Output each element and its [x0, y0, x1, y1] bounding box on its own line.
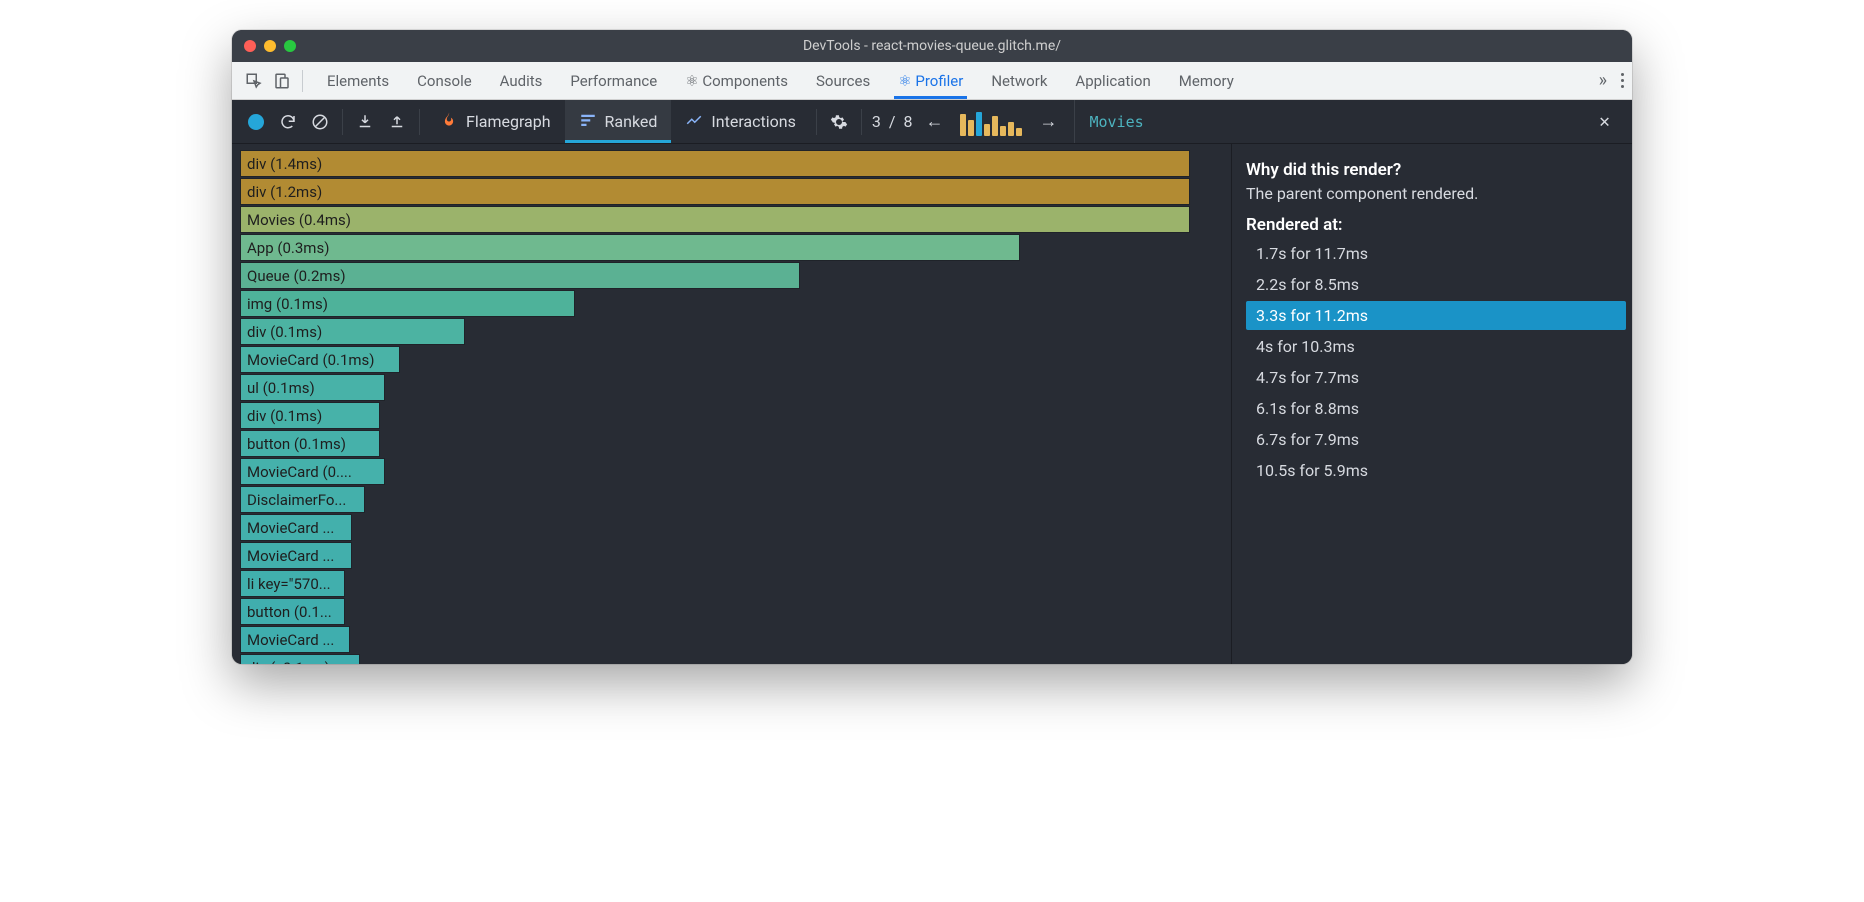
close-details-button[interactable]: ✕ — [1599, 111, 1610, 132]
record-button[interactable] — [240, 106, 272, 138]
prev-commit-button[interactable]: ← — [918, 106, 950, 138]
profiler-tab-label: Ranked — [605, 112, 658, 131]
tab-audits[interactable]: Audits — [486, 62, 557, 99]
import-button[interactable] — [349, 106, 381, 138]
ranked-bar[interactable]: div (0.1ms) — [240, 318, 465, 345]
zoom-window-button[interactable] — [284, 40, 296, 52]
clear-button[interactable] — [304, 106, 336, 138]
render-list-item[interactable]: 1.7s for 11.7ms — [1246, 239, 1626, 268]
separator — [342, 109, 343, 135]
export-button[interactable] — [381, 106, 413, 138]
commit-bar[interactable] — [960, 114, 966, 136]
next-commit-button[interactable]: → — [1032, 106, 1064, 138]
ranked-bar[interactable]: MovieCard (0.... — [240, 458, 385, 485]
why-render-answer: The parent component rendered. — [1246, 184, 1626, 203]
render-list-item[interactable]: 4.7s for 7.7ms — [1246, 363, 1626, 392]
ranked-bar[interactable]: div (1.2ms) — [240, 178, 1190, 205]
ranked-chart: div (1.4ms)div (1.2ms)Movies (0.4ms)App … — [232, 144, 1232, 664]
devtools-window: DevTools - react-movies-queue.glitch.me/… — [232, 30, 1632, 664]
devtools-tabbar: ElementsConsoleAuditsPerformance⚛ Compon… — [232, 62, 1632, 100]
ranked-bar[interactable]: Movies (0.4ms) — [240, 206, 1190, 233]
tabs-overflow-icon[interactable]: » — [1599, 70, 1607, 91]
interactions-icon — [685, 111, 703, 133]
profiler-tab-interactions[interactable]: Interactions — [671, 100, 809, 143]
tab-console[interactable]: Console — [403, 62, 486, 99]
tab-sources[interactable]: Sources — [802, 62, 884, 99]
render-list-item[interactable]: 10.5s for 5.9ms — [1246, 456, 1626, 485]
ranked-bar[interactable]: img (0.1ms) — [240, 290, 575, 317]
tab-profiler[interactable]: ⚛ Profiler — [884, 62, 977, 99]
tab-application[interactable]: Application — [1061, 62, 1164, 99]
minimize-window-button[interactable] — [264, 40, 276, 52]
rendered-at-heading: Rendered at: — [1246, 215, 1626, 235]
ranked-bar[interactable]: MovieCard ... — [240, 542, 352, 569]
ranked-bar[interactable]: Queue (0.2ms) — [240, 262, 800, 289]
tab-memory[interactable]: Memory — [1165, 62, 1248, 99]
ranked-icon — [579, 111, 597, 133]
render-list-item[interactable]: 6.7s for 7.9ms — [1246, 425, 1626, 454]
profiler-toolbar: Flamegraph Ranked Interactions 3 / 8 ← → M… — [232, 100, 1632, 144]
reload-button[interactable] — [272, 106, 304, 138]
commit-bars-chart[interactable] — [956, 108, 1026, 136]
profiler-settings-icon[interactable] — [823, 106, 855, 138]
render-list-item[interactable]: 6.1s for 8.8ms — [1246, 394, 1626, 423]
toggle-device-toolbar-icon[interactable] — [268, 72, 296, 90]
commit-bar[interactable] — [984, 124, 990, 136]
window-title: DevTools - react-movies-queue.glitch.me/ — [803, 38, 1061, 54]
window-traffic-lights — [244, 40, 296, 52]
commit-current: 3 — [872, 112, 881, 131]
profiler-tab-label: Flamegraph — [466, 112, 551, 131]
commit-bar[interactable] — [992, 116, 998, 136]
ranked-bar[interactable]: App (0.3ms) — [240, 234, 1020, 261]
ranked-bar[interactable]: button (0.1ms) — [240, 430, 380, 457]
flame-icon — [440, 111, 458, 133]
details-panel: Why did this render? The parent componen… — [1232, 144, 1632, 664]
inspect-element-icon[interactable] — [240, 72, 268, 90]
ranked-bar[interactable]: MovieCard (0.1ms) — [240, 346, 400, 373]
close-window-button[interactable] — [244, 40, 256, 52]
ranked-bar[interactable]: button (0.1... — [240, 598, 345, 625]
selected-component-name: Movies — [1089, 113, 1143, 131]
commit-bar[interactable] — [976, 112, 982, 136]
render-list-item[interactable]: 4s for 10.3ms — [1246, 332, 1626, 361]
ranked-bar[interactable]: div (1.4ms) — [240, 150, 1190, 177]
separator — [816, 109, 817, 135]
tab-elements[interactable]: Elements — [313, 62, 403, 99]
render-list-item[interactable]: 3.3s for 11.2ms — [1246, 301, 1626, 330]
ranked-bar[interactable]: div (0.1ms) — [240, 402, 380, 429]
ranked-bar[interactable]: DisclaimerFo... — [240, 486, 365, 513]
commit-bar[interactable] — [1000, 126, 1006, 136]
commit-bar[interactable] — [1016, 128, 1022, 136]
tab-performance[interactable]: Performance — [556, 62, 671, 99]
tab-network[interactable]: Network — [977, 62, 1061, 99]
separator — [419, 109, 420, 135]
commit-counter: 3 / 8 — [872, 112, 913, 131]
ranked-bar[interactable]: ul (0.1ms) — [240, 374, 385, 401]
window-titlebar: DevTools - react-movies-queue.glitch.me/ — [232, 30, 1632, 62]
commit-bar[interactable] — [1008, 122, 1014, 136]
tab-components[interactable]: ⚛ Components — [671, 62, 802, 99]
render-list-item[interactable]: 2.2s for 8.5ms — [1246, 270, 1626, 299]
ranked-bar[interactable]: MovieCard ... — [240, 514, 352, 541]
commit-total: 8 — [903, 112, 912, 131]
separator — [302, 70, 303, 92]
profiler-body: div (1.4ms)div (1.2ms)Movies (0.4ms)App … — [232, 144, 1632, 664]
profiler-tab-flamegraph[interactable]: Flamegraph — [426, 100, 565, 143]
ranked-bar[interactable]: MovieCard ... — [240, 626, 350, 653]
why-render-heading: Why did this render? — [1246, 160, 1626, 180]
separator — [861, 109, 862, 135]
profiler-tab-label: Interactions — [711, 112, 795, 131]
profiler-tab-ranked[interactable]: Ranked — [565, 100, 672, 143]
commit-bar[interactable] — [968, 120, 974, 136]
devtools-menu-icon[interactable] — [1621, 73, 1624, 88]
ranked-bar[interactable]: li key="570... — [240, 570, 345, 597]
ranked-bar[interactable]: div (<0.1ms) — [240, 654, 360, 664]
